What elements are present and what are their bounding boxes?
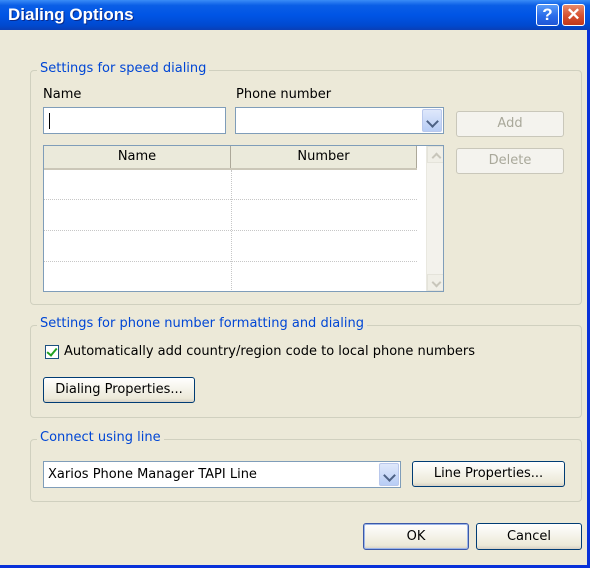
ok-button[interactable]: OK — [363, 523, 469, 550]
table-row — [44, 261, 417, 262]
auto-country-label[interactable]: Automatically add country/region code to… — [64, 344, 475, 359]
connect-legend: Connect using line — [37, 430, 164, 445]
phone-number-combo[interactable] — [235, 107, 444, 134]
chevron-down-icon[interactable] — [379, 463, 399, 486]
formatting-legend: Settings for phone number formatting and… — [37, 316, 367, 331]
ok-button-label: OK — [406, 529, 426, 544]
close-icon[interactable]: ✕ — [562, 4, 585, 26]
column-header-number[interactable]: Number — [231, 146, 417, 168]
title-bar: Dialing Options ? ✕ — [0, 0, 590, 30]
cancel-button-label: Cancel — [506, 529, 552, 544]
name-label: Name — [43, 87, 82, 102]
delete-button-label: Delete — [488, 153, 532, 168]
name-input[interactable] — [43, 107, 226, 134]
add-button-label: Add — [497, 116, 523, 131]
column-header-name[interactable]: Name — [44, 146, 231, 168]
add-button[interactable]: Add — [456, 111, 564, 137]
help-icon[interactable]: ? — [536, 4, 559, 26]
column-divider — [231, 170, 232, 291]
delete-button[interactable]: Delete — [456, 148, 564, 174]
scroll-down-icon[interactable] — [427, 274, 443, 291]
formatting-group: Settings for phone number formatting and… — [30, 316, 582, 418]
table-row — [44, 230, 417, 231]
dialing-options-dialog: Dialing Options ? ✕ Settings for speed d… — [0, 0, 590, 568]
text-caret — [49, 113, 50, 129]
speed-dial-legend: Settings for speed dialing — [37, 61, 210, 76]
chevron-down-icon[interactable] — [422, 109, 442, 132]
line-value: Xarios Phone Manager TAPI Line — [48, 467, 257, 482]
vertical-scrollbar[interactable] — [426, 146, 443, 291]
speed-dial-table[interactable]: Name Number — [43, 145, 444, 292]
scroll-up-icon[interactable] — [427, 146, 443, 163]
line-combo[interactable]: Xarios Phone Manager TAPI Line — [43, 461, 401, 488]
auto-country-checkbox[interactable] — [45, 345, 59, 359]
line-properties-button[interactable]: Line Properties... — [412, 461, 565, 487]
cancel-button[interactable]: Cancel — [476, 523, 582, 550]
table-row — [44, 199, 417, 200]
line-properties-label: Line Properties... — [433, 466, 544, 481]
dialing-properties-label: Dialing Properties... — [55, 382, 183, 397]
table-header: Name Number — [44, 146, 417, 170]
window-title: Dialing Options — [8, 5, 134, 24]
phone-number-label: Phone number — [236, 87, 332, 102]
dialing-properties-button[interactable]: Dialing Properties... — [43, 377, 195, 403]
